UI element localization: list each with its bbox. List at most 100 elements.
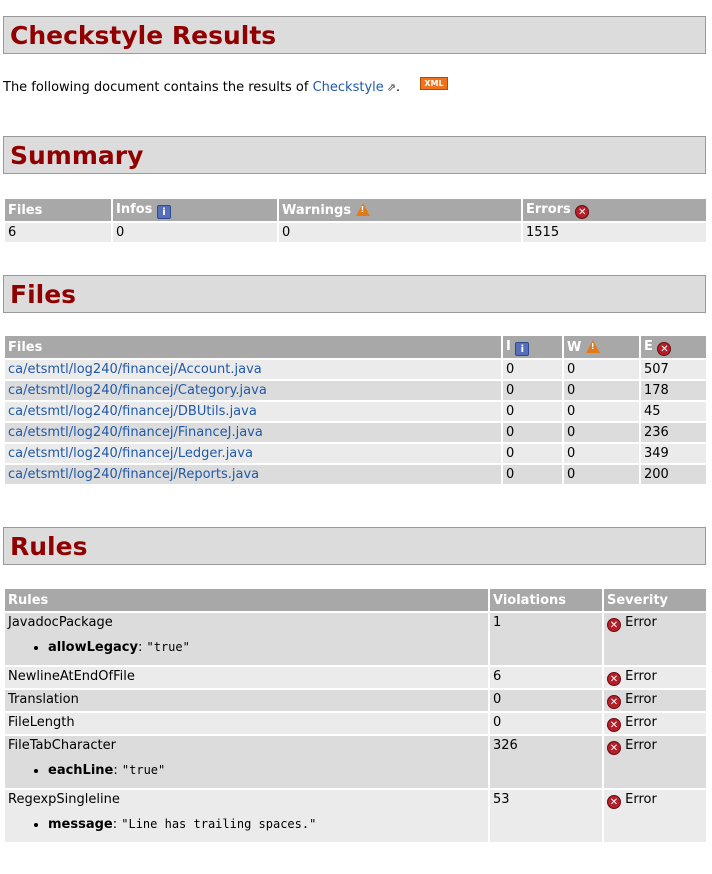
- warning-count: 0: [564, 360, 639, 379]
- error-icon: ✕: [607, 672, 621, 686]
- error-count: 236: [641, 423, 706, 442]
- summary-table: Files Infos i Warnings ! Errors ✕ 6 0 0 …: [3, 197, 708, 244]
- info-count: 0: [503, 360, 562, 379]
- property-value: "true": [146, 640, 190, 654]
- rule-properties: message: "Line has trailing spaces.": [8, 817, 485, 832]
- error-count: 349: [641, 444, 706, 463]
- summary-header-infos: Infos i: [113, 199, 277, 221]
- warning-icon: !: [585, 339, 600, 353]
- rules-header-rules: Rules: [5, 589, 488, 611]
- files-header-i: I i: [503, 336, 562, 358]
- severity-cell: ✕ Error: [604, 667, 706, 688]
- summary-row: 6 0 0 1515: [5, 223, 706, 242]
- page-title: Checkstyle Results: [10, 21, 277, 50]
- checkstyle-link[interactable]: Checkstyle: [313, 80, 384, 95]
- info-count: 0: [503, 423, 562, 442]
- property-value: "true": [121, 763, 166, 777]
- error-icon: ✕: [607, 695, 621, 709]
- violations-count: 0: [490, 690, 602, 711]
- warning-count: 0: [564, 381, 639, 400]
- table-row: ca/etsmtl/log240/financej/DBUtils.java 0…: [5, 402, 706, 421]
- info-icon: i: [156, 204, 171, 219]
- rule-name: JavadocPackage: [8, 615, 113, 630]
- rules-table: Rules Violations Severity JavadocPackage…: [3, 587, 708, 844]
- error-icon: ✕: [607, 795, 621, 809]
- page-title-bar: Checkstyle Results: [3, 16, 706, 54]
- table-row: Translation 0 ✕ Error: [5, 690, 706, 711]
- info-count: 0: [503, 465, 562, 484]
- table-row: ca/etsmtl/log240/financej/Account.java 0…: [5, 360, 706, 379]
- property-key: allowLegacy: [48, 640, 138, 655]
- error-icon: ✕: [607, 718, 621, 732]
- warning-count: 0: [564, 465, 639, 484]
- file-link[interactable]: ca/etsmtl/log240/financej/Ledger.java: [8, 446, 253, 461]
- rules-header-severity: Severity: [604, 589, 706, 611]
- intro-text: The following document contains the resu…: [3, 80, 309, 95]
- summary-heading: Summary: [10, 141, 144, 170]
- table-row: JavadocPackage allowLegacy: "true" 1 ✕ E…: [5, 613, 706, 665]
- warning-icon: !: [355, 202, 370, 216]
- info-count: 0: [503, 444, 562, 463]
- table-row: RegexpSingleline message: "Line has trai…: [5, 790, 706, 842]
- rule-properties: allowLegacy: "true": [8, 640, 485, 655]
- rules-section-header: Rules: [3, 527, 706, 565]
- info-icon: i: [515, 341, 530, 356]
- error-icon: ✕: [607, 741, 621, 755]
- error-icon: ✕: [657, 341, 672, 356]
- summary-header-files: Files: [5, 199, 111, 221]
- table-row: NewlineAtEndOfFile 6 ✕ Error: [5, 667, 706, 688]
- warning-count: 0: [564, 423, 639, 442]
- violations-count: 6: [490, 667, 602, 688]
- file-link[interactable]: ca/etsmtl/log240/financej/Reports.java: [8, 467, 259, 482]
- violations-count: 326: [490, 736, 602, 788]
- file-link[interactable]: ca/etsmtl/log240/financej/Category.java: [8, 383, 267, 398]
- file-link[interactable]: ca/etsmtl/log240/financej/Account.java: [8, 362, 262, 377]
- error-icon: ✕: [575, 204, 590, 219]
- table-row: FileLength 0 ✕ Error: [5, 713, 706, 734]
- summary-section-header: Summary: [3, 136, 706, 174]
- property-value: "Line has trailing spaces.": [121, 817, 317, 831]
- xml-badge-icon[interactable]: XML: [420, 77, 448, 90]
- external-link-icon: ⇗: [386, 81, 396, 94]
- rule-properties: eachLine: "true": [8, 763, 485, 778]
- info-count: 0: [503, 381, 562, 400]
- property-key: eachLine: [48, 763, 114, 778]
- table-row: ca/etsmtl/log240/financej/Ledger.java 0 …: [5, 444, 706, 463]
- severity-cell: ✕ Error: [604, 713, 706, 734]
- rules-heading: Rules: [10, 532, 88, 561]
- severity-cell: ✕ Error: [604, 736, 706, 788]
- table-row: ca/etsmtl/log240/financej/Category.java …: [5, 381, 706, 400]
- violations-count: 0: [490, 713, 602, 734]
- info-count: 0: [503, 402, 562, 421]
- summary-header-errors: Errors ✕: [523, 199, 706, 221]
- property-key: message: [48, 817, 113, 832]
- warning-count: 0: [564, 402, 639, 421]
- error-count: 507: [641, 360, 706, 379]
- rule-name: Translation: [5, 690, 488, 711]
- rule-name: RegexpSingleline: [8, 792, 120, 807]
- files-header-e: E ✕: [641, 336, 706, 358]
- rule-name: NewlineAtEndOfFile: [5, 667, 488, 688]
- summary-files-count: 6: [5, 223, 111, 242]
- table-row: ca/etsmtl/log240/financej/Reports.java 0…: [5, 465, 706, 484]
- summary-header-warnings: Warnings !: [279, 199, 521, 221]
- table-row: ca/etsmtl/log240/financej/FinanceJ.java …: [5, 423, 706, 442]
- file-link[interactable]: ca/etsmtl/log240/financej/FinanceJ.java: [8, 425, 263, 440]
- files-table: Files I i W ! E ✕ ca/etsmtl/log240/finan…: [3, 334, 708, 486]
- warning-count: 0: [564, 444, 639, 463]
- error-count: 200: [641, 465, 706, 484]
- files-header-files: Files: [5, 336, 501, 358]
- severity-cell: ✕ Error: [604, 690, 706, 711]
- rule-name: FileLength: [5, 713, 488, 734]
- files-section-header: Files: [3, 275, 706, 313]
- file-link[interactable]: ca/etsmtl/log240/financej/DBUtils.java: [8, 404, 257, 419]
- error-count: 45: [641, 402, 706, 421]
- summary-infos-count: 0: [113, 223, 277, 242]
- summary-warnings-count: 0: [279, 223, 521, 242]
- violations-count: 1: [490, 613, 602, 665]
- severity-cell: ✕ Error: [604, 613, 706, 665]
- rules-header-violations: Violations: [490, 589, 602, 611]
- table-row: FileTabCharacter eachLine: "true" 326 ✕ …: [5, 736, 706, 788]
- error-count: 178: [641, 381, 706, 400]
- summary-errors-count: 1515: [523, 223, 706, 242]
